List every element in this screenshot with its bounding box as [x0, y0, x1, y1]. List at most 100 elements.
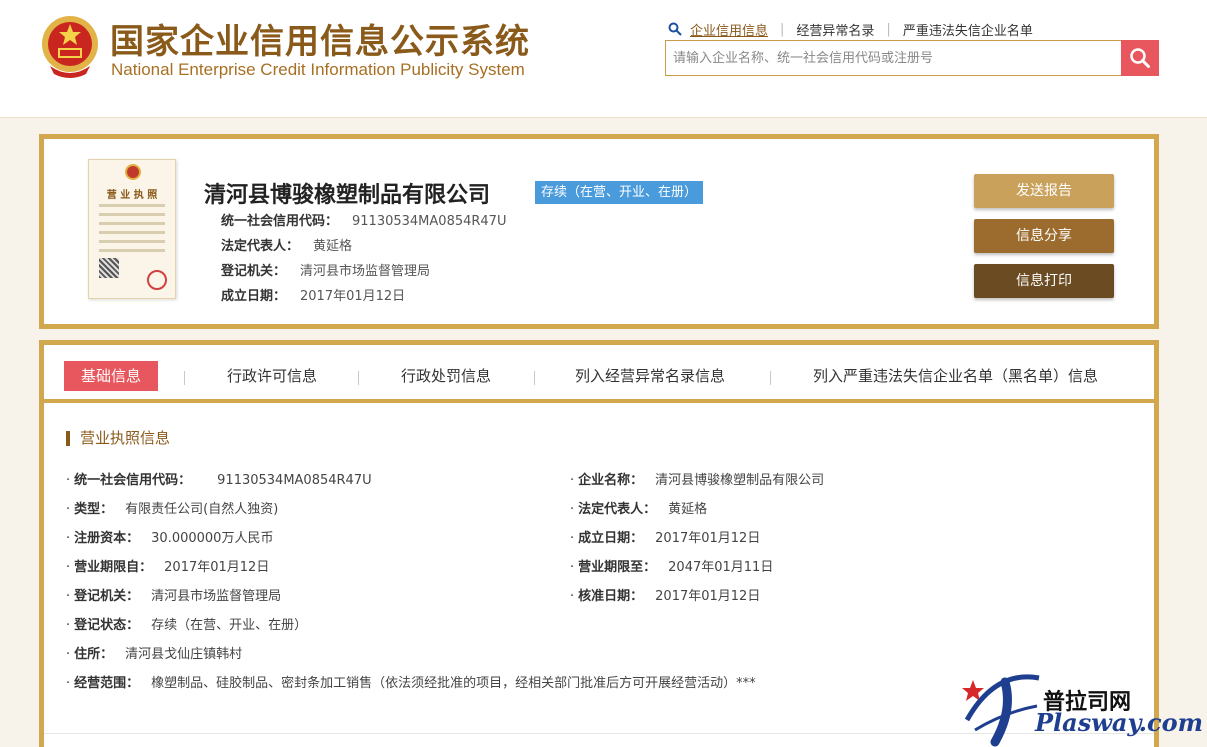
link-divider: |	[886, 21, 891, 37]
status-badge: 存续（在营、开业、在册）	[535, 181, 704, 204]
field-label: 成立日期：	[578, 531, 644, 546]
field-term-from: · 营业期限自： 2017年01月12日	[66, 556, 269, 575]
legal-rep-value: 黄延格	[313, 239, 353, 254]
link-blacklist[interactable]: 严重违法失信企业名单	[903, 20, 1033, 39]
field-value: 存续（在营、开业、在册）	[151, 618, 308, 633]
tab-abnormal-list[interactable]: 列入经营异常名录信息	[575, 361, 725, 391]
field-label: 登记机关：	[74, 589, 140, 604]
field-label: 核准日期：	[578, 589, 644, 604]
tab-divider	[770, 371, 771, 385]
send-report-button[interactable]: 发送报告	[974, 174, 1114, 208]
credit-code-value: 91130534MA0854R47U	[352, 214, 507, 229]
field-label: 经营范围：	[74, 676, 140, 691]
field-label: 住所：	[74, 647, 114, 662]
field-bullet: ·	[66, 676, 71, 691]
field-label: 类型：	[74, 502, 114, 517]
tab-admin-license[interactable]: 行政许可信息	[227, 361, 317, 391]
field-bullet: ·	[66, 531, 71, 546]
field-label: 统一社会信用代码：	[74, 473, 192, 488]
site-subtitle: National Enterprise Credit Information P…	[111, 60, 525, 79]
legal-rep-row: 法定代表人： 黄延格	[221, 235, 352, 254]
field-credit-code: · 统一社会信用代码： 91130534MA0854R47U	[66, 469, 372, 488]
field-bullet: ·	[570, 589, 575, 604]
tab-divider	[358, 371, 359, 385]
field-value: 91130534MA0854R47U	[217, 473, 372, 488]
established-label: 成立日期：	[221, 289, 287, 304]
field-type: · 类型： 有限责任公司(自然人独资)	[66, 498, 278, 517]
top-links: 企业信用信息 | 经营异常名录 | 严重违法失信企业名单	[668, 18, 1033, 40]
company-card: 营 业 执 照 清河县博骏橡塑制品有限公司 存续（在营、开业、在册） 统一社会信…	[39, 134, 1159, 329]
field-label: 企业名称：	[578, 473, 644, 488]
field-bullet: ·	[570, 473, 575, 488]
credit-code-label: 统一社会信用代码：	[221, 214, 339, 229]
field-term-to: · 营业期限至： 2047年01月11日	[570, 556, 773, 575]
search-icon	[668, 22, 682, 36]
license-title: 营 业 执 照	[106, 190, 158, 201]
watermark-p-logo-icon	[962, 674, 1040, 747]
authority-value: 清河县市场监督管理局	[300, 264, 431, 279]
business-license-image[interactable]: 营 业 执 照	[88, 159, 176, 299]
share-info-button[interactable]: 信息分享	[974, 219, 1114, 253]
authority-label: 登记机关：	[221, 264, 287, 279]
field-bullet: ·	[570, 531, 575, 546]
field-capital: · 注册资本： 30.000000万人民币	[66, 527, 273, 546]
field-bullet: ·	[66, 589, 71, 604]
field-value: 黄延格	[668, 502, 708, 517]
field-value: 清河县戈仙庄镇韩村	[125, 647, 243, 662]
tab-divider	[534, 371, 535, 385]
field-bullet: ·	[66, 618, 71, 633]
watermark-en: Plasway.com	[1035, 708, 1203, 737]
print-info-button[interactable]: 信息打印	[974, 264, 1114, 298]
watermark-logo: 普拉司网 Plasway.com	[955, 660, 1207, 747]
company-name: 清河县博骏橡塑制品有限公司	[204, 183, 491, 208]
field-value: 2017年01月12日	[655, 589, 761, 604]
tab-admin-penalty[interactable]: 行政处罚信息	[401, 361, 491, 391]
tab-bar: 基础信息 行政许可信息 行政处罚信息 列入经营异常名录信息 列入严重违法失信企业…	[44, 345, 1154, 403]
field-value: 2017年01月12日	[164, 560, 270, 575]
national-emblem-icon	[42, 16, 98, 78]
section-title: 营业执照信息	[66, 431, 170, 446]
field-value: 2047年01月11日	[668, 560, 774, 575]
link-credit-info[interactable]: 企业信用信息	[690, 20, 768, 39]
field-bullet: ·	[66, 647, 71, 662]
field-value: 有限责任公司(自然人独资)	[125, 502, 279, 517]
field-label: 注册资本：	[74, 531, 140, 546]
link-divider: |	[780, 21, 785, 37]
link-abnormal-list[interactable]: 经营异常名录	[796, 20, 874, 39]
field-value: 清河县博骏橡塑制品有限公司	[655, 473, 825, 488]
field-value: 2017年01月12日	[655, 531, 761, 546]
field-value: 橡塑制品、硅胶制品、密封条加工销售（依法须经批准的项目，经相关部门批准后方可开展…	[151, 676, 756, 691]
license-text-lines	[99, 204, 165, 258]
field-label: 法定代表人：	[578, 502, 657, 517]
field-bullet: ·	[66, 473, 71, 488]
authority-row: 登记机关： 清河县市场监督管理局	[221, 260, 430, 279]
field-address: · 住所： 清河县戈仙庄镇韩村	[66, 643, 242, 662]
field-established: · 成立日期： 2017年01月12日	[570, 527, 760, 546]
search-icon	[1130, 48, 1150, 68]
field-legal-rep: · 法定代表人： 黄延格	[570, 498, 707, 517]
tab-blacklist[interactable]: 列入严重违法失信企业名单（黑名单）信息	[813, 361, 1098, 391]
field-label: 营业期限至：	[578, 560, 657, 575]
field-company-name: · 企业名称： 清河县博骏橡塑制品有限公司	[570, 469, 824, 488]
field-approved: · 核准日期： 2017年01月12日	[570, 585, 760, 604]
field-label: 登记状态：	[74, 618, 140, 633]
field-value: 清河县市场监督管理局	[151, 589, 282, 604]
legal-rep-label: 法定代表人：	[221, 239, 300, 254]
established-value: 2017年01月12日	[300, 289, 406, 304]
tab-basic-info[interactable]: 基础信息	[64, 361, 159, 391]
field-reg-status: · 登记状态： 存续（在营、开业、在册）	[66, 614, 307, 633]
field-scope: · 经营范围： 橡塑制品、硅胶制品、密封条加工销售（依法须经批准的项目，经相关部门批…	[66, 672, 756, 691]
field-bullet: ·	[570, 502, 575, 517]
credit-code-row: 统一社会信用代码： 91130534MA0854R47U	[221, 210, 506, 229]
site-header: 国家企业信用信息公示系统 National Enterprise Credit …	[0, 0, 1207, 118]
official-seal-icon	[147, 270, 167, 290]
license-emblem-icon	[125, 164, 141, 180]
field-bullet: ·	[570, 560, 575, 575]
search-input[interactable]	[666, 41, 1122, 75]
field-value: 30.000000万人民币	[151, 531, 274, 546]
tab-divider	[184, 371, 185, 385]
qr-code-icon	[99, 258, 119, 278]
search-button[interactable]	[1121, 40, 1159, 76]
search-box	[665, 40, 1159, 76]
established-row: 成立日期： 2017年01月12日	[221, 285, 405, 304]
